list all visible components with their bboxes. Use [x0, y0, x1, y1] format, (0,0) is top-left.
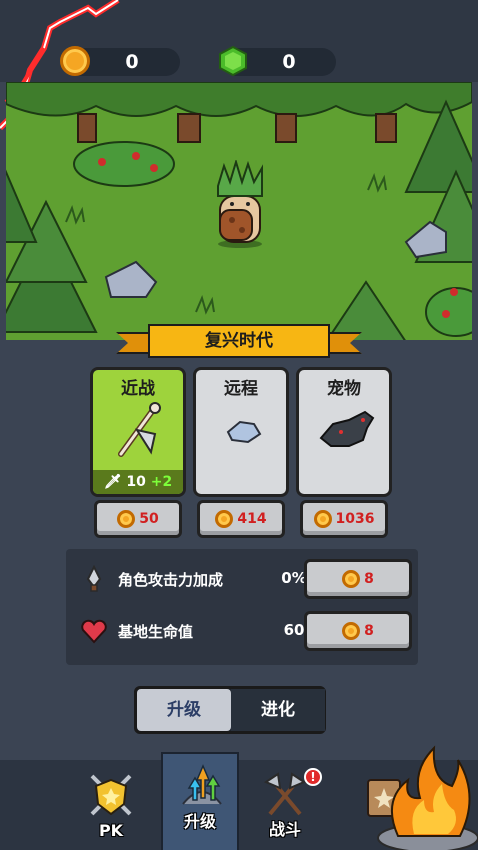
melee-cost: 50 [139, 511, 159, 527]
pet-cost: 1036 [335, 511, 375, 527]
pet-upgrade-button[interactable]: 1036 [300, 500, 388, 538]
category-label: 宠物 [327, 379, 361, 399]
gem-counter: 0 [219, 46, 336, 76]
base-hp-cost: 8 [364, 623, 374, 639]
rock-icon [226, 420, 262, 444]
ranged-upgrade-button[interactable]: 414 [197, 500, 285, 538]
nav-upgrade[interactable]: 升级 [161, 752, 239, 850]
category-card-ranged[interactable]: 远程 [193, 367, 289, 497]
tab-evolve[interactable]: 进化 [231, 689, 325, 731]
melee-level: 🗡 10 +2 [93, 470, 183, 494]
stat-row-base-hp: 基地生命值 60 8 [66, 611, 418, 651]
gold-coin-icon [117, 510, 136, 528]
ranged-cost: 414 [237, 511, 267, 527]
game-scene [6, 82, 472, 340]
era-banner: 复兴时代 [116, 322, 362, 360]
notification-badge: ! [304, 768, 322, 786]
melee-level-value: 10 [126, 474, 146, 490]
crossed-axes-icon [263, 772, 307, 816]
nav-label: 战斗 [268, 820, 301, 839]
era-title: 复兴时代 [148, 324, 330, 358]
campfire-icon [377, 745, 478, 850]
axe-icon [118, 402, 161, 457]
dagger-icon: 🗡 [103, 474, 122, 490]
gold-coin-icon [342, 570, 361, 588]
stat-row-attack: 角色攻击力加成 0% 8 [66, 559, 418, 599]
gold-coin-icon [313, 510, 332, 528]
category-card-pet[interactable]: 宠物 [296, 367, 392, 497]
base-hp-upgrade-button[interactable]: 8 [304, 611, 412, 651]
hero-character [217, 160, 263, 248]
gem-icon [219, 46, 247, 76]
nav-battle[interactable]: ! 战斗 [246, 760, 324, 850]
nav-label: PK [98, 821, 124, 840]
attack-upgrade-button[interactable]: 8 [304, 559, 412, 599]
melee-level-bonus: +2 [150, 474, 173, 490]
stat-label: 角色攻击力加成 [118, 571, 224, 589]
stats-panel: 角色攻击力加成 0% 8 基地生命值 60 8 [66, 549, 418, 665]
melee-upgrade-button[interactable]: 50 [94, 500, 182, 538]
gold-coin-icon [215, 510, 234, 528]
stat-label: 基地生命值 [118, 623, 194, 641]
heart-icon [81, 619, 107, 644]
shield-swords-icon [90, 774, 132, 816]
nav-label: 升级 [183, 812, 216, 831]
mode-toggle: 升级 进化 [134, 686, 326, 734]
attack-cost: 8 [364, 571, 374, 587]
category-label: 远程 [224, 379, 258, 399]
nav-pk[interactable]: PK [72, 760, 150, 850]
category-card-melee[interactable]: 近战 🗡 10 +2 [90, 367, 186, 497]
category-label: 近战 [121, 379, 155, 399]
sword-icon [86, 565, 102, 592]
gold-coin-icon [342, 622, 361, 640]
wolf-icon [319, 410, 375, 447]
upgrade-arrows-icon [182, 764, 222, 805]
tab-upgrade[interactable]: 升级 [137, 689, 231, 731]
